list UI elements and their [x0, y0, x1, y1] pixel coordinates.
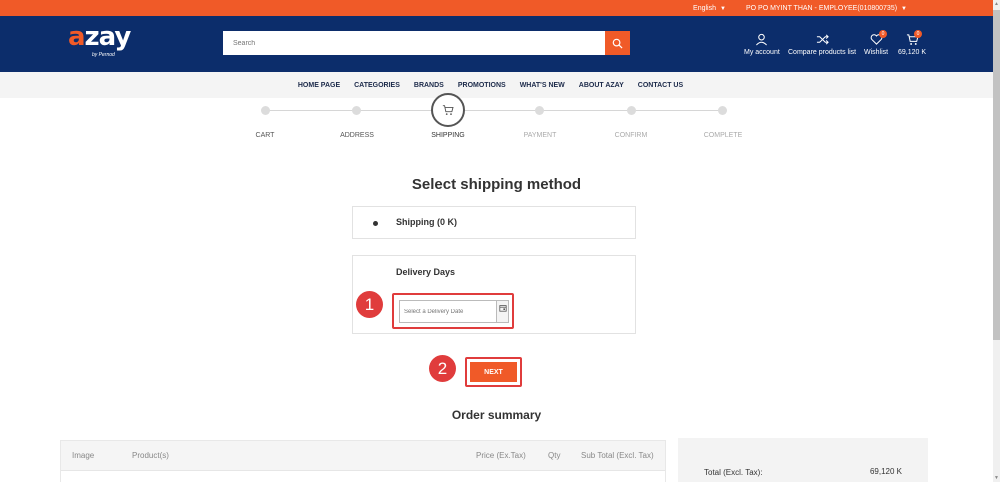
step-label-address: ADDRESS: [340, 132, 374, 139]
scroll-thumb[interactable]: [993, 10, 1000, 340]
step-dot-cart: [261, 106, 270, 115]
logo-sub: by Pernod: [92, 52, 115, 58]
search-input[interactable]: [223, 31, 605, 55]
scroll-up-icon[interactable]: ▲: [993, 0, 1000, 8]
site-header: azay by Pernod My account Compare produc…: [0, 16, 993, 72]
language-selector[interactable]: English ▼: [693, 5, 734, 12]
scroll-down-icon[interactable]: ▼: [993, 474, 1000, 482]
order-summary-table: Image Product(s) Price (Ex.Tax) Qty Sub …: [60, 440, 666, 483]
step-label-confirm: CONFIRM: [614, 132, 648, 139]
step-current-shipping: [431, 93, 465, 127]
cart-total: 69,120 K: [898, 49, 927, 56]
shuffle-icon: [816, 34, 829, 45]
step-label-payment: PAYMENT: [523, 132, 557, 139]
my-account-link[interactable]: My account: [744, 33, 780, 56]
delivery-days-label: Delivery Days: [396, 267, 456, 277]
user-name: PO PO MYINT THAN - EMPLOYEE(010800735): [745, 4, 898, 12]
radio-selected-icon[interactable]: [373, 221, 378, 226]
checkout-steps: CART ADDRESS SHIPPING PAYMENT CONFIRM CO…: [0, 93, 993, 148]
step-label-shipping: SHIPPING: [431, 132, 465, 139]
cart-badge: 0: [914, 30, 922, 38]
highlight-box-1: [392, 293, 514, 329]
my-account-label: My account: [744, 49, 780, 56]
total-label: Total (Excl. Tax):: [704, 468, 763, 477]
nav-home[interactable]: HOME PAGE: [298, 82, 340, 89]
table-body: [61, 471, 665, 483]
logo-text: azay: [68, 22, 131, 52]
shipping-option[interactable]: Shipping (0 K): [352, 206, 636, 239]
cart-link[interactable]: 0 69,120 K: [898, 30, 927, 56]
nav-promotions[interactable]: PROMOTIONS: [458, 82, 506, 89]
search-button[interactable]: [605, 31, 630, 55]
col-qty: Qty: [548, 451, 561, 460]
main-nav: HOME PAGE CATEGORIES BRANDS PROMOTIONS W…: [0, 72, 993, 98]
nav-categories[interactable]: CATEGORIES: [354, 82, 400, 89]
page-title: Select shipping method: [411, 176, 582, 193]
order-summary-title: Order summary: [451, 408, 542, 422]
step-dot-payment: [535, 106, 544, 115]
col-price: Price (Ex.Tax): [476, 451, 526, 460]
compare-label: Compare products list: [788, 49, 857, 56]
calendar-button[interactable]: [497, 300, 509, 323]
user-icon: [756, 33, 768, 46]
search-icon: [612, 38, 623, 49]
totals-panel: Total (Excl. Tax): 69,120 K: [678, 438, 928, 482]
step-label-cart: CART: [255, 132, 275, 139]
wishlist-label: Wishlist: [864, 49, 889, 56]
nav-contact[interactable]: CONTACT US: [638, 82, 683, 89]
step-label-complete: COMPLETE: [703, 132, 743, 139]
highlight-box-2: NEXT: [465, 357, 522, 387]
wishlist-badge: 0: [879, 30, 887, 38]
callout-2: 2: [429, 355, 456, 382]
total-value: 69,120 K: [869, 467, 902, 476]
language-label: English: [693, 4, 717, 12]
step-dot-complete: [718, 106, 727, 115]
top-bar: English ▼ PO PO MYINT THAN - EMPLOYEE(010…: [0, 0, 993, 16]
chevron-down-icon: ▼: [901, 5, 907, 12]
site-logo[interactable]: azay by Pernod: [68, 22, 138, 62]
chevron-down-icon: ▼: [720, 5, 726, 12]
step-dot-confirm: [627, 106, 636, 115]
delivery-days-panel: Delivery Days: [352, 255, 636, 334]
next-button[interactable]: NEXT: [470, 362, 517, 382]
calendar-icon: [498, 305, 507, 312]
wishlist-link[interactable]: 0 Wishlist: [864, 30, 889, 56]
nav-whats-new[interactable]: WHAT'S NEW: [520, 82, 565, 89]
col-image: Image: [72, 451, 95, 460]
page-scrollbar[interactable]: ▲ ▼: [993, 0, 1000, 482]
nav-about[interactable]: ABOUT AZAY: [579, 82, 624, 89]
cart-icon: [442, 105, 454, 115]
nav-brands[interactable]: BRANDS: [414, 82, 444, 89]
steps-line: [266, 110, 723, 111]
user-menu[interactable]: PO PO MYINT THAN - EMPLOYEE(010800735) ▼: [746, 5, 915, 12]
col-products: Product(s): [132, 451, 169, 460]
shipping-option-label: Shipping (0 K): [396, 217, 457, 227]
delivery-date-input[interactable]: [399, 300, 497, 323]
step-dot-address: [352, 106, 361, 115]
compare-link[interactable]: Compare products list: [788, 33, 856, 56]
callout-1: 1: [356, 291, 383, 318]
col-subtotal: Sub Total (Excl. Tax): [581, 451, 654, 460]
